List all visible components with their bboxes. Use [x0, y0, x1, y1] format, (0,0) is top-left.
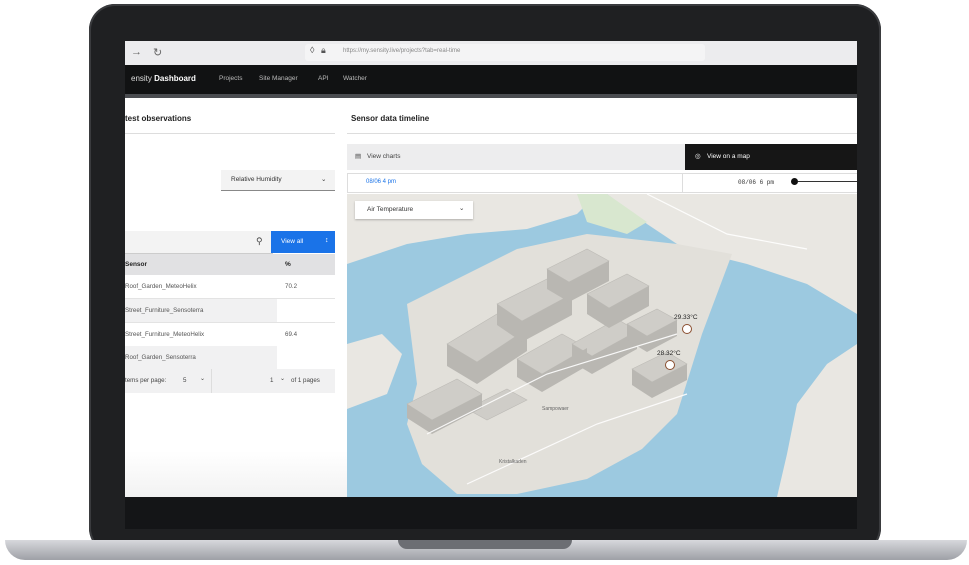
table-row[interactable]: Street_Furniture_Sensoterra: [125, 299, 335, 323]
search-icon[interactable]: ⚲: [256, 236, 263, 247]
slider-handle[interactable]: [791, 178, 798, 185]
items-per-page-label: tems per page:: [125, 377, 167, 384]
chevron-down-icon[interactable]: ⌄: [280, 375, 285, 382]
page-select[interactable]: 1: [270, 377, 273, 384]
sensor-value: 70.2: [285, 283, 298, 290]
view-all-label: View all: [281, 238, 304, 245]
sensor-name: Street_Furniture_Sensoterra: [125, 307, 204, 314]
divider: [125, 133, 335, 134]
view-all-button[interactable]: View all ↕: [271, 231, 335, 253]
sensor-marker-label: 28.32°C: [657, 350, 681, 357]
expand-icon: ↕: [325, 237, 329, 244]
sensor-marker-label: 29.33°C: [674, 314, 698, 321]
pagination: tems per page: 5 ⌄ 1 ⌄ of 1 pages: [125, 369, 335, 393]
panel-title: test observations: [125, 114, 192, 123]
left-fade: [125, 451, 347, 497]
browser-toolbar: → ↻ ◊ 🔒︎ https://my.sensity.live/project…: [125, 41, 857, 66]
chevron-down-icon[interactable]: ⌄: [200, 375, 205, 382]
brand-prefix: ensity: [131, 74, 152, 83]
divider: [211, 369, 212, 393]
sensor-marker[interactable]: [682, 324, 692, 334]
items-per-page-select[interactable]: 5: [183, 377, 186, 384]
table-row[interactable]: Roof_Garden_Sensoterra: [125, 346, 335, 370]
brand-strong: Dashboard: [154, 74, 196, 83]
chevron-down-icon: ⌄: [459, 205, 465, 212]
time-end: 08/06 6 pm: [738, 179, 775, 186]
time-start: 08/06 4 pm: [366, 179, 397, 185]
sensor-name: Roof_Garden_Sensoterra: [125, 354, 196, 361]
empty-cell: [277, 299, 335, 322]
view-charts-button[interactable]: ▤ View charts: [347, 144, 685, 170]
map-place-label: Kristalkaden: [499, 459, 527, 465]
measurement-select[interactable]: Relative Humidity ⌄: [221, 170, 335, 191]
map-metric-select[interactable]: Air Temperature ⌄: [355, 201, 473, 219]
map[interactable]: Air Temperature ⌄ 29.33°C 28.32°C Sampow…: [347, 193, 857, 497]
screen: → ↻ ◊ 🔒︎ https://my.sensity.live/project…: [125, 41, 857, 497]
lock-icon: 🔒︎: [321, 45, 326, 55]
table-header: Sensor %: [125, 254, 335, 275]
address-text[interactable]: https://my.sensity.live/projects?tab=rea…: [343, 48, 460, 54]
latest-observations-panel: test observations Relative Humidity ⌄ ⚲ …: [125, 98, 335, 497]
nav-link-watcher[interactable]: Watcher: [343, 75, 367, 82]
divider: [682, 174, 683, 192]
shield-icon[interactable]: ◊: [310, 45, 314, 55]
laptop-notch: [398, 540, 572, 549]
sensor-value: 69.4: [285, 331, 298, 338]
sensor-name: Street_Furniture_MeteoHelix: [125, 331, 205, 338]
map-place-label: Sampowaer: [542, 406, 569, 412]
back-arrow-icon[interactable]: →: [131, 46, 142, 58]
view-map-label: View on a map: [707, 153, 750, 160]
sensor-marker[interactable]: [665, 360, 675, 370]
search-input[interactable]: ⚲: [125, 231, 273, 254]
column-header-sensor[interactable]: Sensor: [125, 261, 147, 268]
table-row[interactable]: Street_Furniture_MeteoHelix 69.4: [125, 323, 335, 347]
app-brand[interactable]: ensity Dashboard: [131, 74, 196, 83]
nav-link-api[interactable]: API: [318, 75, 328, 82]
slider-track[interactable]: [798, 181, 857, 182]
column-header-percent[interactable]: %: [285, 261, 291, 268]
panel-title: Sensor data timeline: [351, 114, 430, 123]
view-map-button[interactable]: ◎ View on a map: [685, 144, 857, 170]
sensor-name: Roof_Garden_MeteoHelix: [125, 283, 197, 290]
divider: [347, 133, 857, 134]
reload-icon[interactable]: ↻: [153, 46, 162, 59]
view-charts-label: View charts: [367, 153, 401, 160]
app-nav: ensity Dashboard Projects Site Manager A…: [125, 65, 857, 94]
measurement-select-value: Relative Humidity: [231, 176, 282, 183]
chart-icon: ▤: [355, 153, 362, 160]
table-row[interactable]: Roof_Garden_MeteoHelix 70.2: [125, 275, 335, 299]
laptop-chin: [125, 497, 857, 529]
map-metric-value: Air Temperature: [367, 206, 414, 213]
chevron-down-icon: ⌄: [321, 176, 327, 183]
sensor-timeline-panel: Sensor data timeline ▤ View charts ◎ Vie…: [347, 98, 857, 497]
nav-link-projects[interactable]: Projects: [219, 75, 242, 82]
target-icon: ◎: [695, 153, 701, 160]
empty-cell: [277, 346, 335, 369]
time-slider[interactable]: 08/06 4 pm 08/06 6 pm: [347, 173, 857, 193]
view-toggle: ▤ View charts ◎ View on a map: [347, 144, 857, 170]
page-count: of 1 pages: [291, 377, 320, 384]
map-canvas[interactable]: [347, 193, 857, 497]
nav-link-site-manager[interactable]: Site Manager: [259, 75, 298, 82]
